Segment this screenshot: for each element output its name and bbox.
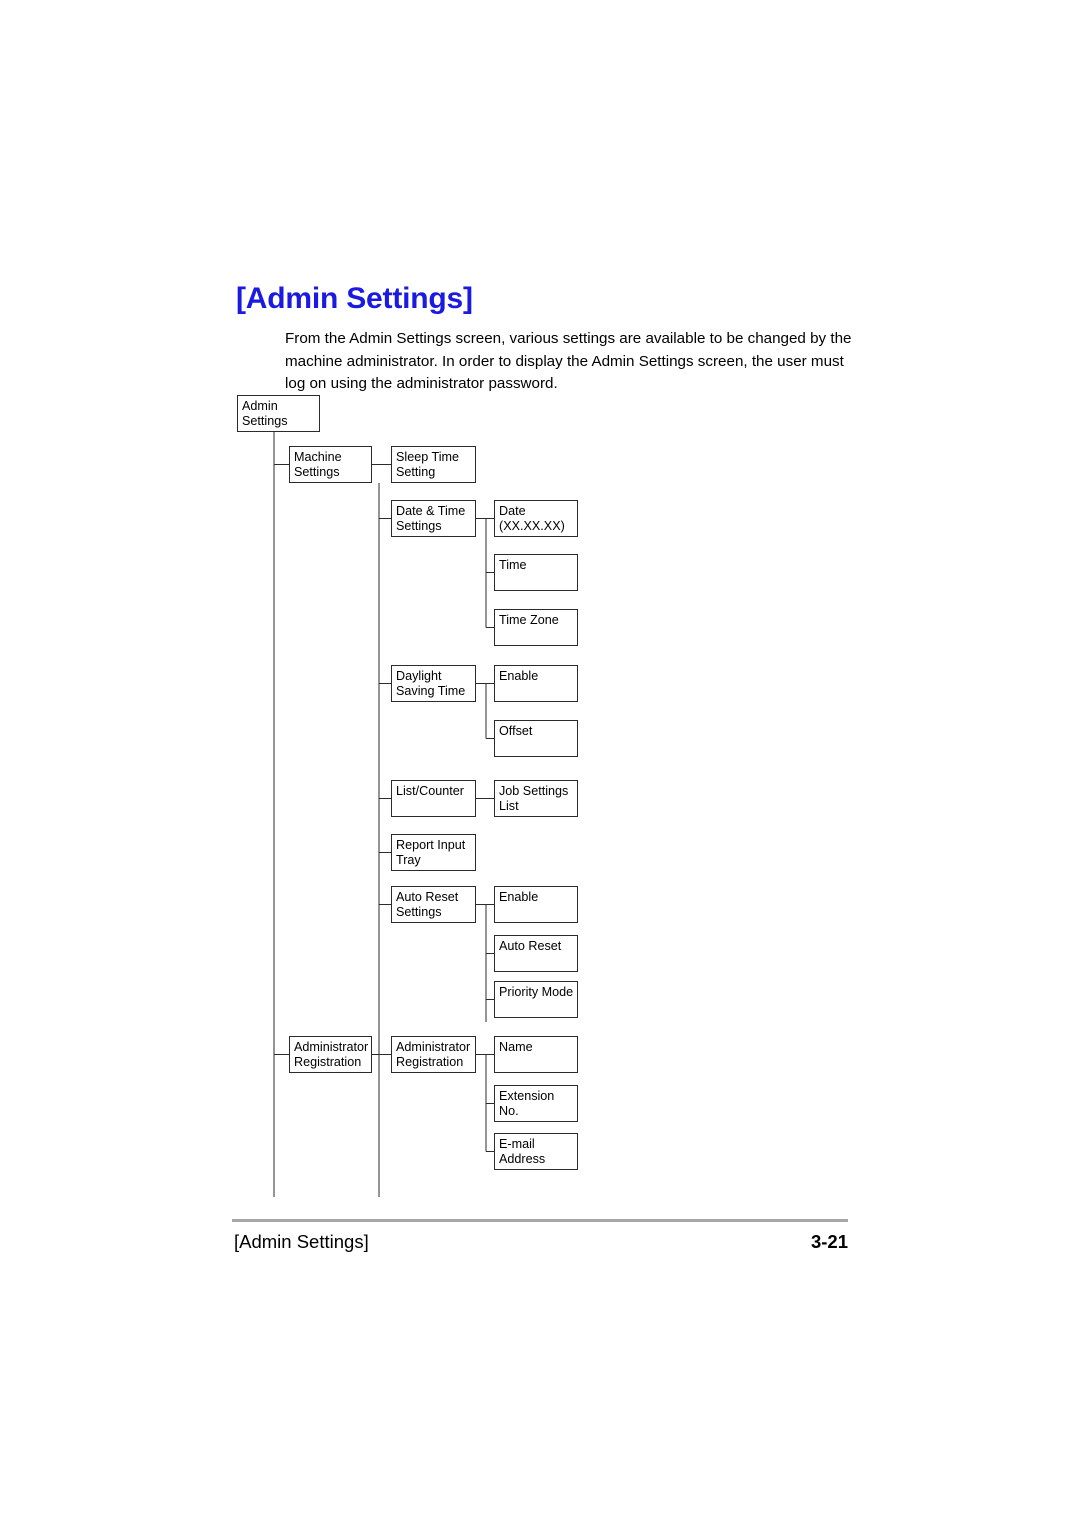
tree-node-ar-enable: Enable [494, 886, 578, 923]
tree-node-name: Name [494, 1036, 578, 1073]
document-page: [Admin Settings] From the Admin Settings… [0, 0, 1080, 1527]
footer-page-number: 3-21 [648, 1231, 848, 1253]
tree-node-ar-auto: Auto Reset [494, 935, 578, 972]
tree-connector-lines [0, 0, 1080, 1527]
tree-node-dst-enable: Enable [494, 665, 578, 702]
tree-node-daylight: Daylight Saving Time [391, 665, 476, 702]
tree-node-machine: Machine Settings [289, 446, 372, 483]
tree-node-email: E-mail Address [494, 1133, 578, 1170]
footer-section-label: [Admin Settings] [234, 1231, 369, 1253]
page-title: [Admin Settings] [236, 282, 473, 316]
tree-node-ar-priority: Priority Mode [494, 981, 578, 1018]
tree-node-time: Time [494, 554, 578, 591]
tree-node-timezone: Time Zone [494, 609, 578, 646]
tree-node-extension: Extension No. [494, 1085, 578, 1122]
tree-node-datetime: Date & Time Settings [391, 500, 476, 537]
tree-node-adminreg2: Administrator Registration [391, 1036, 476, 1073]
tree-node-reporttray: Report Input Tray [391, 834, 476, 871]
intro-paragraph: From the Admin Settings screen, various … [285, 328, 853, 396]
tree-node-autoreset: Auto Reset Settings [391, 886, 476, 923]
tree-node-date: Date (XX.XX.XX) [494, 500, 578, 537]
tree-node-root: Admin Settings [237, 395, 320, 432]
footer-divider [232, 1219, 848, 1222]
tree-node-adminreg1: Administrator Registration [289, 1036, 372, 1073]
settings-tree-diagram [0, 0, 1080, 1527]
tree-node-sleep: Sleep Time Setting [391, 446, 476, 483]
tree-node-dst-offset: Offset [494, 720, 578, 757]
tree-node-joblist: Job Settings List [494, 780, 578, 817]
tree-node-listcounter: List/Counter [391, 780, 476, 817]
